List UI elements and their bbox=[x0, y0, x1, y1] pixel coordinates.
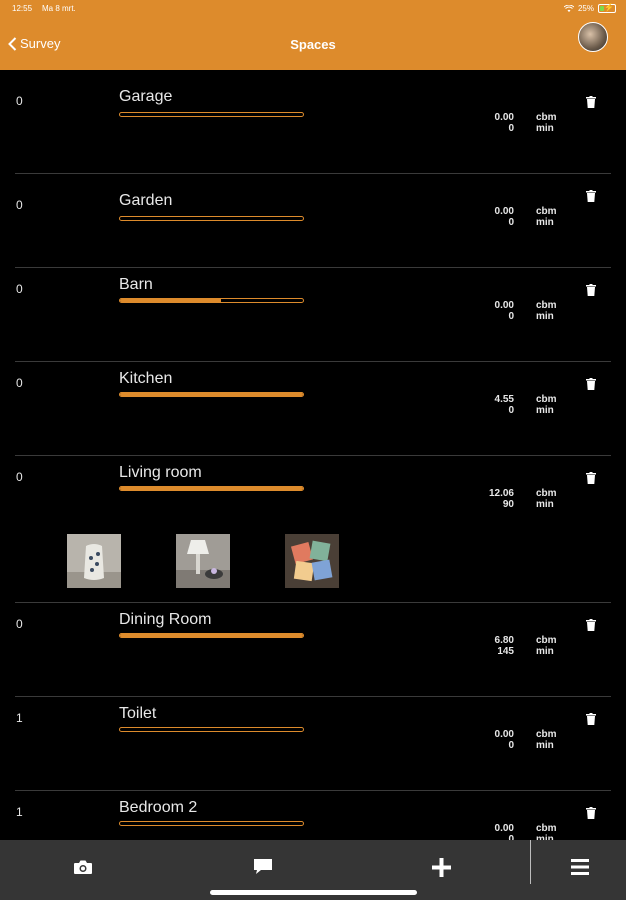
space-volume: 0.00 bbox=[494, 206, 514, 217]
app-header: 12:55 Ma 8 mrt. 25% ⚡ Survey Spaces bbox=[0, 0, 626, 70]
space-name: Living room bbox=[119, 464, 202, 481]
space-qty: 0 bbox=[16, 376, 23, 390]
space-name: Barn bbox=[119, 276, 153, 293]
space-qty: 0 bbox=[16, 94, 23, 108]
space-name: Dining Room bbox=[119, 611, 212, 628]
space-row-garage[interactable]: 0 Garage 0.00 cbm 0 min bbox=[0, 70, 626, 174]
volume-unit: cbm bbox=[536, 488, 557, 499]
space-progress-bar bbox=[119, 216, 304, 221]
nav-bar: Survey Spaces bbox=[0, 22, 626, 60]
time-unit: min bbox=[536, 740, 554, 751]
progress-fill bbox=[120, 299, 221, 302]
coasters-photo[interactable] bbox=[285, 534, 339, 588]
time-unit: min bbox=[536, 405, 554, 416]
avatar[interactable] bbox=[578, 22, 608, 52]
trash-icon[interactable] bbox=[586, 96, 596, 108]
vase-photo[interactable] bbox=[67, 534, 121, 588]
progress-fill bbox=[120, 393, 303, 396]
trash-icon[interactable] bbox=[586, 619, 596, 631]
space-volume: 0.00 bbox=[494, 300, 514, 311]
time-unit: min bbox=[536, 646, 554, 657]
space-name: Toilet bbox=[119, 705, 157, 722]
space-volume: 4.55 bbox=[494, 394, 514, 405]
space-row-garden[interactable]: 0 Garden 0.00 cbm 0 min bbox=[0, 174, 626, 268]
battery-icon: ⚡ bbox=[598, 3, 616, 13]
status-bar: 12:55 Ma 8 mrt. 25% ⚡ bbox=[12, 3, 616, 16]
camera-icon[interactable] bbox=[73, 859, 93, 875]
time-unit: min bbox=[536, 123, 554, 134]
space-progress-bar bbox=[119, 298, 304, 303]
space-minutes: 0 bbox=[508, 123, 514, 134]
volume-unit: cbm bbox=[536, 729, 557, 740]
volume-unit: cbm bbox=[536, 112, 557, 123]
space-name: Kitchen bbox=[119, 370, 173, 387]
space-progress-bar bbox=[119, 486, 304, 491]
trash-icon[interactable] bbox=[586, 284, 596, 296]
space-qty: 0 bbox=[16, 617, 23, 631]
space-row-living-room[interactable]: 0 Living room 12.06 cbm 90 min bbox=[0, 456, 626, 603]
menu-icon[interactable] bbox=[571, 859, 589, 875]
lamp-photo[interactable] bbox=[176, 534, 230, 588]
space-name: Garden bbox=[119, 192, 173, 209]
time-unit: min bbox=[536, 217, 554, 228]
space-progress-bar bbox=[119, 633, 304, 638]
charging-icon: ⚡ bbox=[604, 3, 614, 12]
comment-icon[interactable] bbox=[253, 858, 273, 876]
plus-icon[interactable] bbox=[432, 858, 451, 877]
trash-icon[interactable] bbox=[586, 807, 596, 819]
volume-unit: cbm bbox=[536, 635, 557, 646]
space-progress-bar bbox=[119, 821, 304, 826]
space-volume: 0.00 bbox=[494, 823, 514, 834]
space-qty: 0 bbox=[16, 470, 23, 484]
space-name: Garage bbox=[119, 88, 173, 105]
wifi-icon bbox=[563, 4, 574, 12]
trash-icon[interactable] bbox=[586, 378, 596, 390]
space-row-toilet[interactable]: 1 Toilet 0.00 cbm 0 min bbox=[0, 697, 626, 791]
space-row-kitchen[interactable]: 0 Kitchen 4.55 cbm 0 min bbox=[0, 362, 626, 456]
page-title: Spaces bbox=[290, 37, 336, 52]
space-qty: 1 bbox=[16, 711, 23, 725]
space-qty: 0 bbox=[16, 198, 23, 212]
status-date: Ma 8 mrt. bbox=[42, 4, 76, 13]
space-minutes: 0 bbox=[508, 405, 514, 416]
space-qty: 0 bbox=[16, 282, 23, 296]
space-row-barn[interactable]: 0 Barn 0.00 cbm 0 min bbox=[0, 268, 626, 362]
time-unit: min bbox=[536, 499, 554, 510]
volume-unit: cbm bbox=[536, 823, 557, 834]
space-minutes: 145 bbox=[497, 646, 514, 657]
space-name: Bedroom 2 bbox=[119, 799, 198, 816]
space-minutes: 90 bbox=[502, 499, 514, 510]
time-unit: min bbox=[536, 311, 554, 322]
status-time: 12:55 bbox=[12, 4, 33, 13]
space-qty: 1 bbox=[16, 805, 23, 819]
trash-icon[interactable] bbox=[586, 472, 596, 484]
space-volume: 12.06 bbox=[488, 488, 514, 499]
trash-icon[interactable] bbox=[586, 713, 596, 725]
progress-fill bbox=[120, 634, 303, 637]
space-minutes: 0 bbox=[508, 217, 514, 228]
volume-unit: cbm bbox=[536, 206, 557, 217]
volume-unit: cbm bbox=[536, 394, 557, 405]
space-volume: 0.00 bbox=[494, 112, 514, 123]
spaces-list[interactable]: 0 Garage 0.00 cbm 0 min 0 Garden 0.00 cb… bbox=[0, 70, 626, 840]
trash-icon[interactable] bbox=[586, 190, 596, 202]
battery-percent: 25% bbox=[577, 4, 594, 13]
progress-fill bbox=[120, 487, 303, 490]
space-progress-bar bbox=[119, 727, 304, 732]
space-row-bedroom-2[interactable]: 1 Bedroom 2 0.00 cbm 0 min bbox=[0, 791, 626, 840]
space-progress-bar bbox=[119, 392, 304, 397]
space-volume: 0.00 bbox=[494, 729, 514, 740]
volume-unit: cbm bbox=[536, 300, 557, 311]
space-minutes: 0 bbox=[508, 740, 514, 751]
status-right: 25% ⚡ bbox=[563, 3, 616, 13]
space-minutes: 0 bbox=[508, 311, 514, 322]
bottom-toolbar bbox=[0, 840, 626, 900]
space-volume: 6.80 bbox=[494, 635, 514, 646]
home-indicator[interactable] bbox=[210, 890, 417, 895]
toolbar-divider bbox=[530, 840, 531, 884]
space-progress-bar bbox=[119, 112, 304, 117]
space-row-dining-room[interactable]: 0 Dining Room 6.80 cbm 145 min bbox=[0, 603, 626, 697]
